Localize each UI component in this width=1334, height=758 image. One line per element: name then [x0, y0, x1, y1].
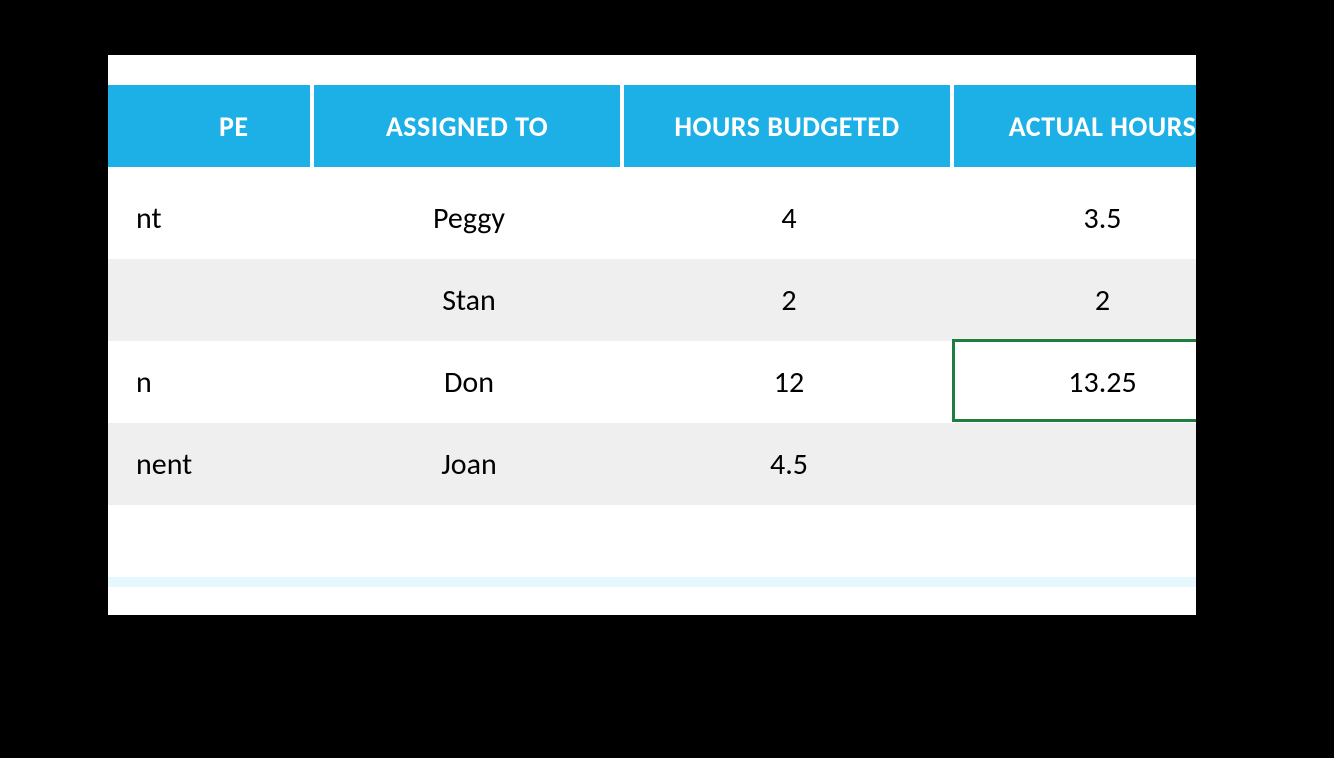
cell-budget[interactable]: 4.5: [624, 423, 954, 505]
cell-empty[interactable]: [624, 505, 954, 577]
cell-budget[interactable]: 12: [624, 341, 954, 423]
cell-empty[interactable]: [314, 505, 624, 577]
cell-assigned[interactable]: Stan: [314, 259, 624, 341]
header-row: PE ASSIGNED TO HOURS BUDGETED ACTUAL HOU…: [108, 85, 1196, 167]
cell-budget[interactable]: 2: [624, 259, 954, 341]
cell-type[interactable]: nent: [108, 423, 314, 505]
header-actual-hours[interactable]: ACTUAL HOURS: [954, 85, 1196, 167]
cell-assigned[interactable]: Don: [314, 341, 624, 423]
table-row: nent Joan 4.5: [108, 423, 1196, 505]
table-row-empty: [108, 505, 1196, 577]
spreadsheet-grid: PE ASSIGNED TO HOURS BUDGETED ACTUAL HOU…: [108, 85, 1196, 587]
table-row: Stan 2 2: [108, 259, 1196, 341]
cell-empty[interactable]: [954, 505, 1196, 577]
table-footer-strip: [108, 577, 1196, 587]
cell-type[interactable]: nt: [108, 177, 314, 259]
cell-assigned[interactable]: Peggy: [314, 177, 624, 259]
cell-actual[interactable]: [954, 423, 1196, 505]
table-row: nt Peggy 4 3.5: [108, 177, 1196, 259]
cell-empty[interactable]: [108, 505, 314, 577]
cell-type[interactable]: [108, 259, 314, 341]
header-type[interactable]: PE: [108, 85, 314, 167]
cell-actual[interactable]: 3.5: [954, 177, 1196, 259]
cell-assigned[interactable]: Joan: [314, 423, 624, 505]
cell-type[interactable]: n: [108, 341, 314, 423]
header-assigned-to[interactable]: ASSIGNED TO: [314, 85, 624, 167]
cell-actual-selected[interactable]: 13.25: [954, 341, 1196, 423]
cell-budget[interactable]: 4: [624, 177, 954, 259]
cell-actual[interactable]: 2: [954, 259, 1196, 341]
spreadsheet-panel: PE ASSIGNED TO HOURS BUDGETED ACTUAL HOU…: [108, 55, 1196, 615]
header-hours-budgeted[interactable]: HOURS BUDGETED: [624, 85, 954, 167]
table-row: n Don 12 13.25: [108, 341, 1196, 423]
gap-row: [108, 167, 1196, 177]
